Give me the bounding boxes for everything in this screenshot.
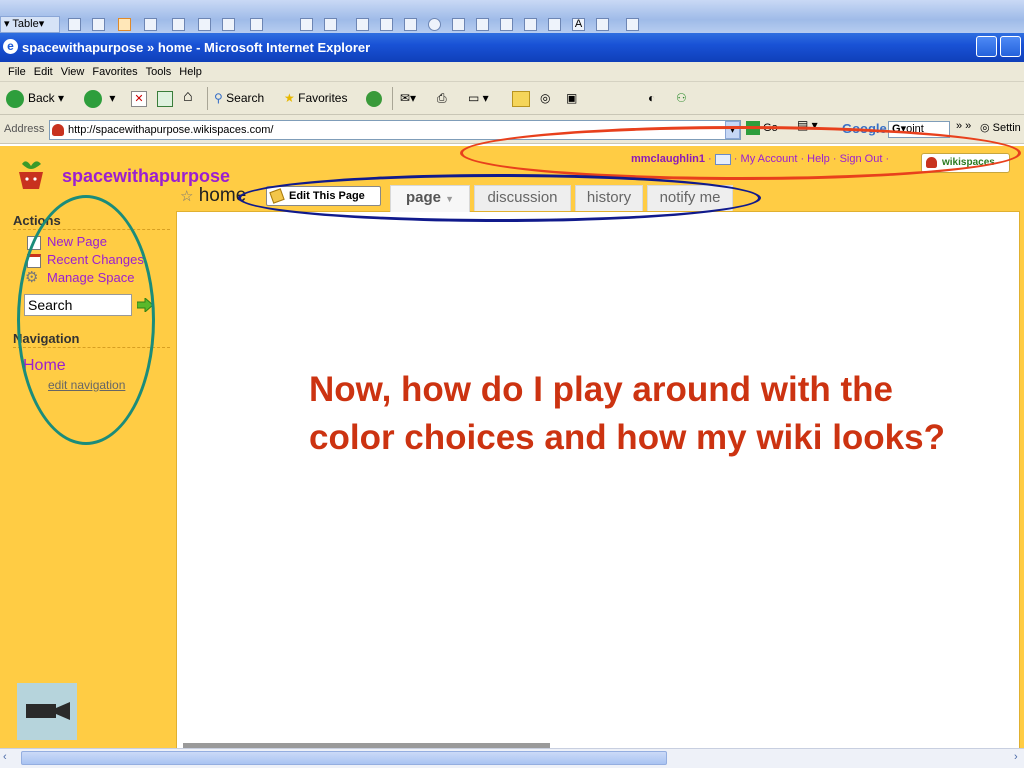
page-content-area: [176, 211, 1020, 749]
history-icon[interactable]: [366, 88, 386, 109]
favorites-button[interactable]: ★ Favorites: [284, 88, 347, 109]
toolbar-icon[interactable]: [118, 18, 131, 31]
scroll-right-icon[interactable]: ›: [1014, 751, 1018, 763]
print-icon[interactable]: ⎙: [437, 88, 447, 109]
font-color-icon[interactable]: A: [572, 18, 585, 31]
search-button[interactable]: ⚲ Search: [214, 88, 264, 109]
toolbar-icon[interactable]: [300, 18, 313, 31]
toolbar-icon[interactable]: [198, 18, 211, 31]
toolbar-icon[interactable]: [92, 18, 105, 31]
toolbar-icon[interactable]: [172, 18, 185, 31]
menu-tools[interactable]: Tools: [146, 66, 172, 78]
mail-icon[interactable]: ✉▾: [400, 88, 416, 109]
menu-favorites[interactable]: Favorites: [92, 66, 137, 78]
stop-icon[interactable]: ✕: [131, 91, 147, 107]
video-camera-icon: [26, 702, 70, 720]
scrollbar-thumb[interactable]: [21, 751, 667, 765]
annotation-ellipse-teal: [17, 195, 155, 445]
toolbar-icon[interactable]: [222, 18, 235, 31]
menu-edit[interactable]: Edit: [34, 66, 53, 78]
messenger-icon[interactable]: ◐: [648, 88, 655, 109]
search-icon: ⚲: [214, 91, 223, 105]
toolbar-icon[interactable]: [524, 18, 537, 31]
page-title: ☆ home: [180, 185, 247, 206]
address-label: Address: [4, 123, 45, 135]
star-icon: ★: [284, 91, 295, 105]
forward-arrow-icon: [84, 89, 102, 108]
maximize-button[interactable]: [1000, 36, 1021, 57]
video-button[interactable]: [17, 683, 77, 740]
minimize-button[interactable]: [976, 36, 997, 57]
toolbar-icon[interactable]: [380, 18, 393, 31]
window-title: spacewithapurpose » home - Microsoft Int…: [22, 40, 371, 55]
annotation-ellipse-red: [460, 126, 1021, 180]
toolbar-icon[interactable]: [596, 18, 609, 31]
toolbar-separator: [207, 87, 208, 110]
toolbar-icon[interactable]: [500, 18, 513, 31]
toolbar-icon[interactable]: [476, 18, 489, 31]
contacts-icon[interactable]: ⚇: [676, 88, 687, 109]
toolbar-icon[interactable]: [404, 18, 417, 31]
edit-icon[interactable]: ▭ ▾: [468, 88, 489, 109]
toolbar-icon[interactable]: [452, 18, 465, 31]
toolbar-icon[interactable]: [626, 18, 639, 31]
office-toolbar: ▾ Table▾ A: [0, 0, 1024, 33]
research-icon[interactable]: ◎: [540, 88, 550, 109]
toolbar-icon[interactable]: [68, 18, 81, 31]
settings-button[interactable]: ◎ Settin: [980, 121, 1021, 134]
forward-button[interactable]: ▾: [84, 88, 115, 109]
table-dropdown[interactable]: ▾ Table▾: [0, 16, 60, 33]
chevron-right-icon[interactable]: » »: [956, 120, 971, 132]
menu-bar: File Edit View Favorites Tools Help: [0, 62, 1024, 82]
toolbar-icon[interactable]: [250, 18, 263, 31]
slide-heading-text: Now, how do I play around with the color…: [309, 370, 945, 457]
site-favicon-icon: [52, 124, 64, 136]
menu-view[interactable]: View: [61, 66, 85, 78]
toolbar-icon[interactable]: ▣: [566, 88, 577, 109]
menu-file[interactable]: File: [8, 66, 26, 78]
annotation-ellipse-blue: [238, 174, 761, 222]
toolbar-icon[interactable]: [356, 18, 369, 31]
scroll-left-icon[interactable]: ‹: [3, 751, 7, 763]
menu-help[interactable]: Help: [179, 66, 202, 78]
back-arrow-icon: [6, 89, 24, 108]
home-icon[interactable]: ⌂: [183, 86, 193, 107]
toolbar-icon[interactable]: [324, 18, 337, 31]
favorite-star-icon[interactable]: ☆: [180, 188, 193, 205]
standard-toolbar: Back ▾ ▾ ✕ ⌂ ⚲ Search ★ Favorites ✉▾ ⎙ ▭…: [0, 82, 1024, 115]
toolbar-icon[interactable]: [548, 18, 561, 31]
back-button[interactable]: Back ▾: [6, 88, 64, 109]
window-title-bar: spacewithapurpose » home - Microsoft Int…: [0, 33, 1024, 62]
refresh-icon[interactable]: [157, 91, 173, 107]
site-title[interactable]: spacewithapurpose: [62, 166, 230, 187]
folder-icon[interactable]: [512, 91, 530, 107]
wikispaces-plant-logo: [19, 161, 43, 189]
ie-logo-icon: e: [3, 39, 18, 54]
toolbar-icon[interactable]: [428, 18, 441, 31]
toolbar-icon[interactable]: [144, 18, 157, 31]
toolbar-separator: [392, 87, 393, 110]
